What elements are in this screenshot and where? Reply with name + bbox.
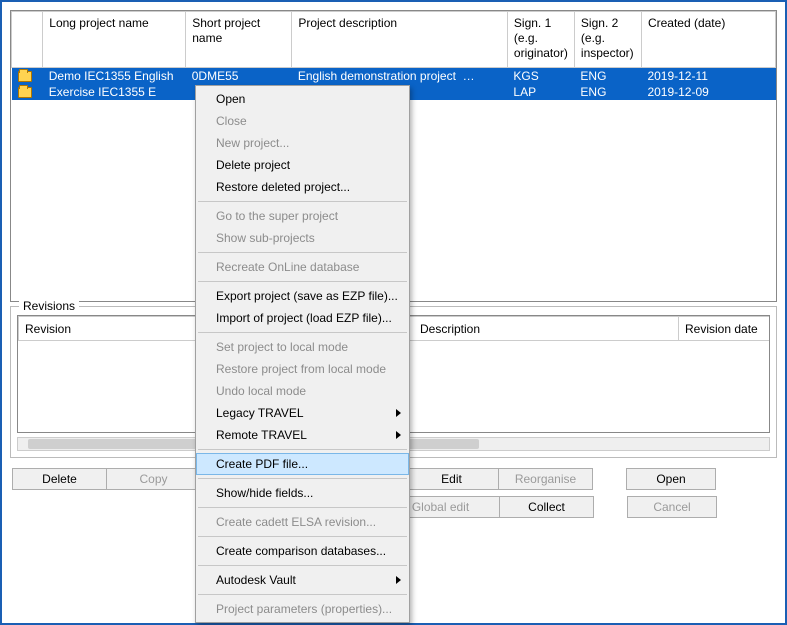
ctx-restore-deleted[interactable]: Restore deleted project...: [196, 176, 409, 198]
ctx-separator: [198, 507, 407, 508]
cell-long-name: Demo IEC1355 English: [43, 68, 186, 85]
ctx-export-ezp[interactable]: Export project (save as EZP file)...: [196, 285, 409, 307]
ctx-open[interactable]: Open: [196, 88, 409, 110]
ctx-separator: [198, 478, 407, 479]
reorganise-button[interactable]: Reorganise: [498, 468, 593, 490]
revisions-label: Revisions: [19, 299, 79, 313]
ctx-legacy-travel[interactable]: Legacy TRAVEL: [196, 402, 409, 424]
ctx-new-project[interactable]: New project...: [196, 132, 409, 154]
ctx-close[interactable]: Close: [196, 110, 409, 132]
table-row[interactable]: Demo IEC1355 English 0DME55 English demo…: [12, 68, 776, 85]
cell-short-name: 0DME55: [186, 68, 292, 85]
submenu-arrow-icon: [396, 576, 401, 584]
ctx-separator: [198, 594, 407, 595]
ctx-create-comparison[interactable]: Create comparison databases...: [196, 540, 409, 562]
cell-sign2: ENG: [574, 84, 641, 100]
ctx-delete-project[interactable]: Delete project: [196, 154, 409, 176]
edit-button[interactable]: Edit: [404, 468, 499, 490]
col-sign1[interactable]: Sign. 1 (e.g. originator): [507, 12, 574, 68]
ctx-project-params[interactable]: Project parameters (properties)...: [196, 598, 409, 620]
ctx-recreate-online[interactable]: Recreate OnLine database: [196, 256, 409, 278]
submenu-arrow-icon: [396, 409, 401, 417]
ctx-undo-local[interactable]: Undo local mode: [196, 380, 409, 402]
cell-sign2: ENG: [574, 68, 641, 85]
ctx-separator: [198, 332, 407, 333]
col-sign2[interactable]: Sign. 2 (e.g. inspector): [574, 12, 641, 68]
delete-button[interactable]: Delete: [12, 468, 107, 490]
ctx-set-local[interactable]: Set project to local mode: [196, 336, 409, 358]
copy-button[interactable]: Copy: [106, 468, 201, 490]
folder-icon: [18, 87, 32, 98]
submenu-arrow-icon: [396, 431, 401, 439]
ctx-separator: [198, 536, 407, 537]
app-window: Long project name Short project name Pro…: [0, 0, 787, 625]
col-icon[interactable]: [12, 12, 43, 68]
projects-header-row[interactable]: Long project name Short project name Pro…: [12, 12, 776, 68]
ctx-remote-travel[interactable]: Remote TRAVEL: [196, 424, 409, 446]
ctx-autodesk-vault[interactable]: Autodesk Vault: [196, 569, 409, 591]
ctx-go-super[interactable]: Go to the super project: [196, 205, 409, 227]
ctx-show-sub[interactable]: Show sub-projects: [196, 227, 409, 249]
collect-button[interactable]: Collect: [499, 496, 594, 518]
col-created[interactable]: Created (date): [641, 12, 775, 68]
context-menu[interactable]: Open Close New project... Delete project…: [195, 85, 410, 623]
col-short-name[interactable]: Short project name: [186, 12, 292, 68]
ctx-show-hide-fields[interactable]: Show/hide fields...: [196, 482, 409, 504]
ctx-restore-local[interactable]: Restore project from local mode: [196, 358, 409, 380]
cell-created: 2019-12-09: [641, 84, 775, 100]
ctx-separator: [198, 281, 407, 282]
ctx-import-ezp[interactable]: Import of project (load EZP file)...: [196, 307, 409, 329]
col-long-name[interactable]: Long project name: [43, 12, 186, 68]
global-edit-button[interactable]: Global edit: [405, 496, 500, 518]
col-rev-description[interactable]: Description: [399, 317, 679, 341]
ctx-separator: [198, 252, 407, 253]
cancel-button[interactable]: Cancel: [627, 496, 717, 518]
folder-icon: [18, 71, 32, 82]
col-rev-date[interactable]: Revision date: [679, 317, 771, 341]
cell-description: English demonstration project …: [292, 68, 508, 85]
col-description[interactable]: Project description: [292, 12, 508, 68]
cell-created: 2019-12-11: [641, 68, 775, 85]
ctx-create-cadett[interactable]: Create cadett ELSA revision...: [196, 511, 409, 533]
cell-sign1: LAP: [507, 84, 574, 100]
ctx-separator: [198, 449, 407, 450]
ctx-create-pdf[interactable]: Create PDF file...: [196, 453, 409, 475]
ctx-separator: [198, 201, 407, 202]
ctx-separator: [198, 565, 407, 566]
open-button[interactable]: Open: [626, 468, 716, 490]
cell-long-name: Exercise IEC1355 E: [43, 84, 186, 100]
cell-sign1: KGS: [507, 68, 574, 85]
